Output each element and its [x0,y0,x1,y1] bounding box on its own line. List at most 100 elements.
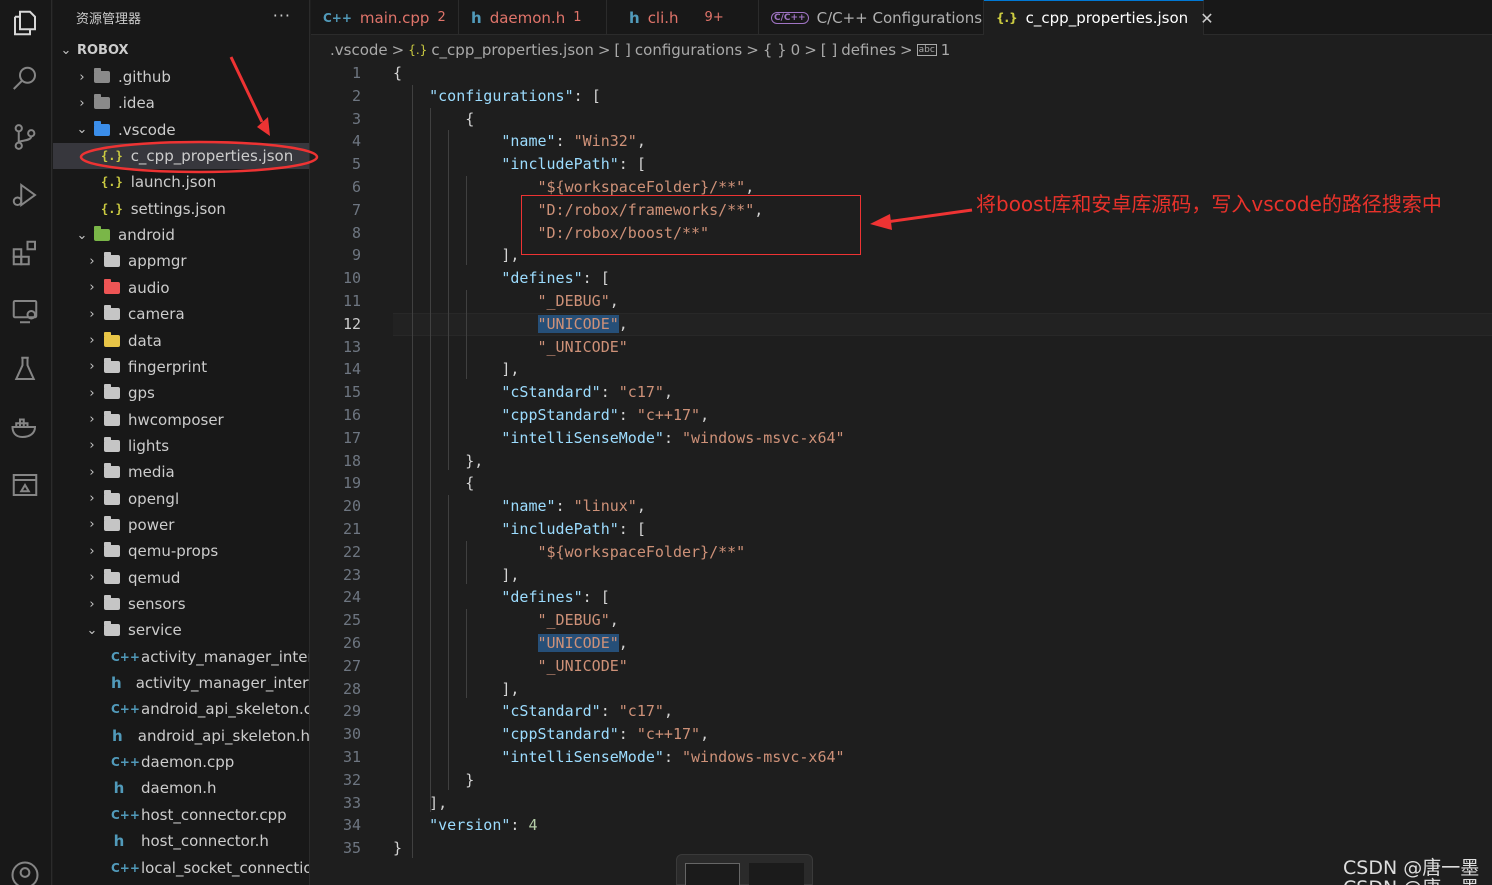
folder-item[interactable]: › opengl [53,486,309,512]
source-control-icon[interactable] [8,120,42,154]
folder-item[interactable]: › data [53,328,309,354]
file-item[interactable]: C++ local_socket_connectio... [53,855,309,881]
tab-label: C/C++ Configurations [816,8,983,27]
folder-item[interactable]: › camera [53,301,309,327]
docker-icon[interactable] [8,410,42,444]
folder-item[interactable]: › power [53,512,309,538]
tab-cpp-configurations[interactable]: C/C++ C/C++ Configurations [759,0,984,35]
testing-icon[interactable] [8,352,42,386]
window-thumbnail[interactable] [685,863,740,885]
tab-c-cpp-properties-json[interactable]: {.} c_cpp_properties.json ✕ [984,0,1214,35]
json-file-icon: {.} [408,43,428,57]
explorer-icon[interactable] [8,6,42,40]
breadcrumb-item[interactable]: 1 [941,41,951,59]
file-item[interactable]: h activity_manager_interf... [53,670,309,696]
breadcrumb: .vscode > {.} c_cpp_properties.json > [ … [330,38,954,62]
code-line: "_DEBUG", [537,611,619,630]
code-line: "_UNICODE" [537,656,628,675]
folder-item[interactable]: ⌄ service [53,617,309,643]
file-item[interactable]: C++ daemon.cpp [53,749,309,775]
file-item[interactable]: {.} launch.json [53,169,309,195]
folder-item[interactable]: › media [53,459,309,485]
tree-item-label: .idea [118,94,155,113]
tab-daemon-h[interactable]: h daemon.h 1 [459,0,607,35]
folder-item[interactable]: › fingerprint [53,354,309,380]
more-actions-button[interactable]: ··· [273,6,291,25]
code-line: "intelliSenseMode": "windows-msvc-x64" [501,428,845,447]
cpp-file-icon: C++ [111,807,140,822]
folder-item[interactable]: › gps [53,380,309,406]
line-number: 29 [342,702,361,721]
folder-item[interactable]: › qemu-props [53,538,309,564]
header-file-icon: h [471,8,482,27]
chevron-right-icon: › [89,570,95,586]
chevron-right-icon: › [89,280,95,296]
folder-item[interactable]: › hwcomposer [53,407,309,433]
folder-item[interactable]: › qemud [53,565,309,591]
header-file-icon: h [111,674,122,693]
folder-item[interactable]: ⌄ .vscode [53,117,309,143]
extensions-icon[interactable] [8,236,42,270]
folder-item[interactable]: › audio [53,275,309,301]
folder-icon [104,595,120,610]
window-thumbnail[interactable] [749,863,804,885]
problem-badge: 2 [437,10,446,25]
chevron-right-icon: › [89,385,95,401]
tree-item-label: media [128,463,175,482]
folder-item[interactable]: › .github [53,64,309,90]
annotation-highlight-box [521,195,861,255]
file-item[interactable]: h daemon.h [53,775,309,801]
file-item[interactable]: C++ android_api_skeleton.c... [53,696,309,722]
chevron-right-icon: > [900,41,913,59]
problem-badge: 9+ [704,10,724,25]
chevron-down-icon: ⌄ [76,227,88,243]
folder-icon [104,621,120,637]
folder-item[interactable]: › sensors [53,591,309,617]
header-file-icon: h [112,726,123,745]
file-item[interactable]: C++activity_manager_interf... [53,644,309,670]
code-line: "configurations": [ [429,86,601,105]
code-line: "cppStandard": "c++17", [501,406,710,424]
panel-icon[interactable] [8,468,42,502]
search-icon[interactable] [8,62,42,96]
breadcrumb-item[interactable]: c_cpp_properties.json [431,41,594,59]
line-number: 5 [351,155,361,174]
run-debug-icon[interactable] [8,178,42,212]
file-item[interactable]: h host_connector.h [53,828,309,854]
breadcrumb-item[interactable]: configurations [635,41,742,59]
tab-label: cli.h [647,8,679,27]
breadcrumb-item[interactable]: .vscode [330,41,388,59]
header-file-icon: h [113,832,125,851]
file-item[interactable]: C++ host_connector.cpp [53,802,309,828]
folder-item[interactable]: › appmgr [53,248,309,274]
line-number: 22 [342,542,361,561]
code-line: } [393,770,475,789]
code-line: "includePath": [ [501,520,646,538]
tab-cli-h[interactable]: h cli.h 9+ [607,0,759,35]
close-icon[interactable]: ✕ [1200,9,1213,28]
line-number: 11 [342,292,361,310]
chevron-right-icon: › [89,464,95,480]
code-line: "_DEBUG", [537,292,619,310]
explorer-sidebar: 资源管理器 ··· ⌄ ROBOX › .github › .idea ⌄ .vscode… [53,0,310,885]
tab-main-cpp[interactable]: C++ main.cpp 2 [311,0,459,35]
file-item[interactable]: {.} settings.json [53,196,309,222]
file-item[interactable]: {.} c_cpp_properties.json [53,143,309,170]
code-line: "defines": [ [501,269,610,288]
folder-icon [104,357,120,373]
line-number: 14 [342,360,361,379]
account-icon[interactable] [8,858,42,885]
remote-explorer-icon[interactable] [8,294,42,328]
folder-item[interactable]: › lights [53,433,309,459]
code-editor[interactable]: 1 2 3 4 5 6 7 8 9 10 11 12 13 14 15 16 17 18 19 20 21 22 23 24 2… [311,62,1492,885]
file-item[interactable]: h android_api_skeleton.h [53,723,309,749]
line-number: 2 [351,86,361,105]
workspace-root[interactable]: ⌄ ROBOX [53,37,309,63]
explorer-title-text: 资源管理器 [76,11,142,27]
breadcrumb-item[interactable]: 0 [791,41,801,59]
code-line: { [393,64,403,82]
code-line: "${workspaceFolder}/**" [537,542,746,561]
folder-item[interactable]: › .idea [53,90,309,116]
folder-item[interactable]: ⌄ android [53,222,309,248]
breadcrumb-item[interactable]: defines [841,41,896,59]
